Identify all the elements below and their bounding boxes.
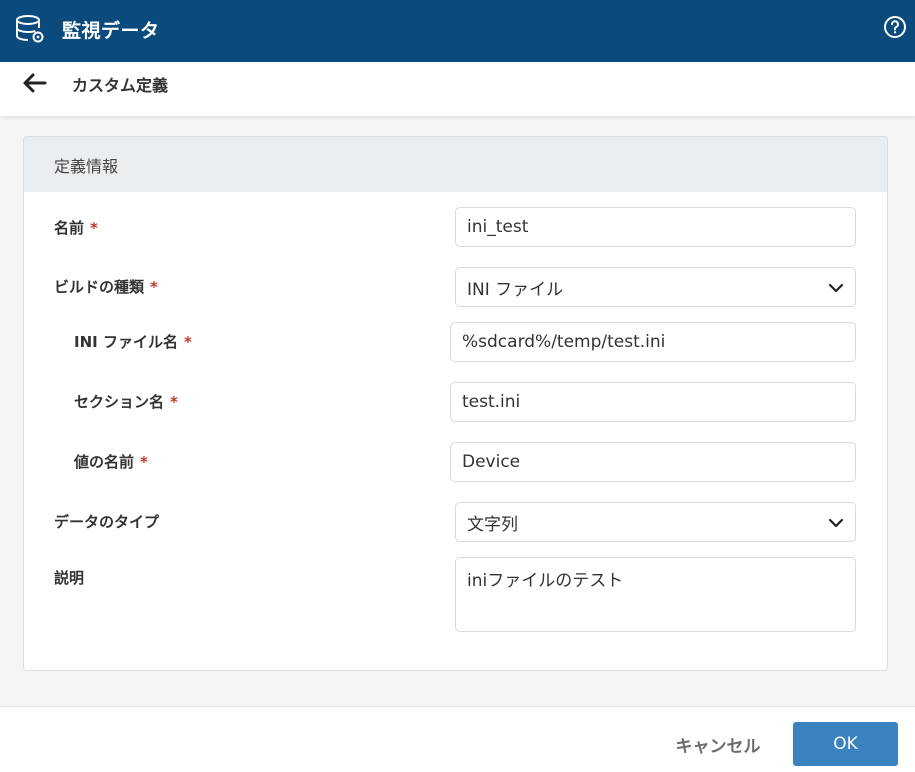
page-header: カスタム定義 <box>0 62 915 116</box>
page-title: カスタム定義 <box>72 76 169 95</box>
app-title: 監視データ <box>62 20 160 42</box>
build-type-select[interactable]: INI ファイル <box>455 267 856 307</box>
ini-file-name-label: INI ファイル名 * <box>74 333 192 351</box>
required-mark: * <box>150 278 158 296</box>
name-field[interactable] <box>455 207 856 247</box>
ok-button[interactable]: OK <box>793 722 898 766</box>
description-label: 説明 <box>54 569 85 587</box>
app-header: 監視データ <box>0 0 915 62</box>
database-gear-icon <box>16 15 44 43</box>
data-type-select[interactable]: 文字列 <box>455 502 856 542</box>
description-field[interactable]: iniファイルのテスト <box>455 557 856 632</box>
data-type-value: 文字列 <box>467 514 518 535</box>
chevron-down-icon <box>828 518 844 528</box>
section-name-label: セクション名 * <box>74 393 178 411</box>
card-title: 定義情報 <box>54 157 119 176</box>
ini-file-name-field[interactable] <box>450 322 856 362</box>
value-name-field[interactable] <box>450 442 856 482</box>
help-circle-icon[interactable] <box>883 15 907 39</box>
required-mark: * <box>140 453 148 471</box>
required-mark: * <box>90 219 98 237</box>
card-header: 定義情報 <box>24 137 887 192</box>
value-name-label: 値の名前 * <box>74 453 148 471</box>
cancel-button[interactable]: キャンセル <box>660 722 776 766</box>
name-label: 名前 * <box>54 219 98 237</box>
required-mark: * <box>170 393 178 411</box>
dialog-footer: キャンセル OK <box>0 706 915 772</box>
data-type-label: データのタイプ <box>54 513 160 531</box>
section-name-field[interactable] <box>450 382 856 422</box>
arrow-left-icon[interactable] <box>20 71 48 95</box>
build-type-label: ビルドの種類 * <box>54 278 158 296</box>
required-mark: * <box>183 333 192 351</box>
build-type-value: INI ファイル <box>467 279 564 300</box>
chevron-down-icon <box>828 283 844 293</box>
